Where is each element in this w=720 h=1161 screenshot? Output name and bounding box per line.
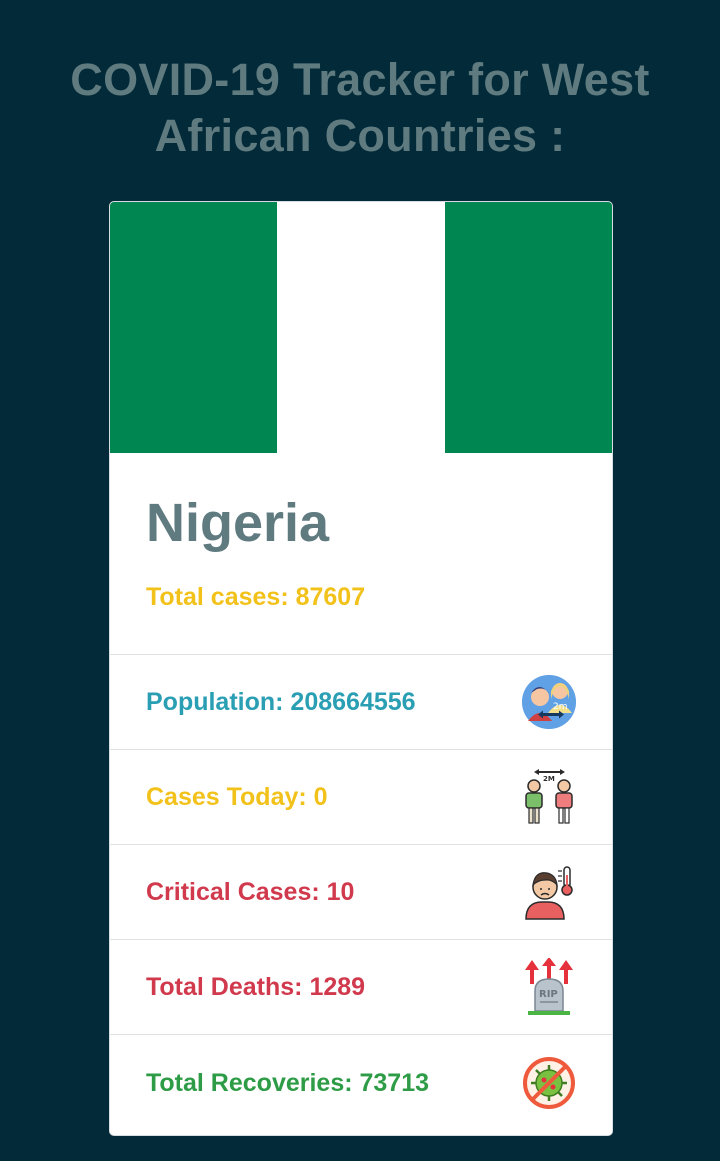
list-item: Population: 208664556 2m [110, 655, 612, 750]
no-virus-icon [523, 1057, 575, 1109]
card-summary: Nigeria Total cases: 87607 [110, 453, 612, 655]
country-flag [110, 202, 612, 453]
total-deaths-stat: Total Deaths: 1289 [146, 972, 366, 1001]
list-item: Critical Cases: 10 [110, 845, 612, 940]
list-item: Total Recoveries: 73713 [110, 1035, 612, 1131]
population-stat: Population: 208664556 [146, 687, 416, 716]
stats-list: Population: 208664556 2m Cases Today: 0 [110, 655, 612, 1131]
flag-right-band [444, 202, 612, 453]
social-distance-people-icon: 2m [522, 675, 576, 729]
people-distance-icon: 2M [525, 769, 573, 824]
flag-middle-band [277, 202, 445, 453]
svg-text:2M: 2M [543, 775, 555, 783]
flag-left-band [110, 202, 278, 453]
total-recoveries-stat: Total Recoveries: 73713 [146, 1068, 430, 1097]
cases-today-stat: Cases Today: 0 [146, 782, 328, 811]
svg-text:2m: 2m [553, 702, 568, 712]
critical-cases-stat: Critical Cases: 10 [146, 877, 355, 906]
svg-text:RIP: RIP [539, 989, 558, 1000]
total-cases: Total cases: 87607 [146, 583, 366, 611]
country-card: Nigeria Total cases: 87607 Population: 2… [109, 201, 613, 1136]
page-title: COVID-19 Tracker for West African Countr… [70, 54, 650, 162]
list-item: Cases Today: 0 2M [110, 750, 612, 845]
sick-person-thermometer-icon [525, 866, 573, 920]
list-item: Total Deaths: 1289 RIP [110, 940, 612, 1035]
rip-gravestone-icon: RIP [525, 958, 573, 1015]
country-name: Nigeria [146, 493, 330, 553]
